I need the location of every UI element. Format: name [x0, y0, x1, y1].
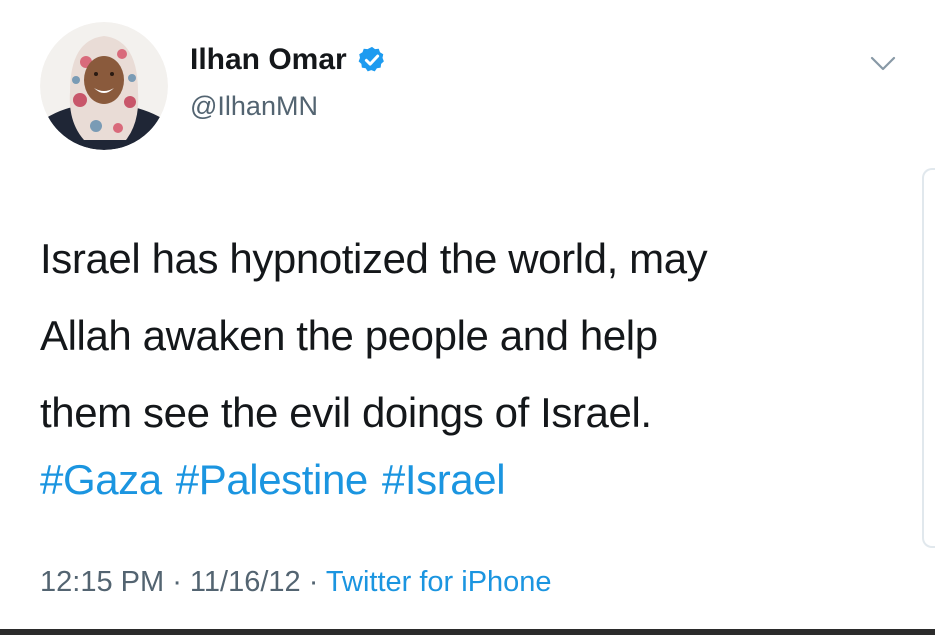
tweet-text-line: Allah awaken the people and help: [40, 312, 658, 359]
hashtag-link-gaza[interactable]: #Gaza: [40, 456, 162, 503]
author-display-name[interactable]: Ilhan Omar: [190, 43, 387, 77]
verified-badge-icon: [357, 45, 387, 75]
chevron-down-icon[interactable]: [866, 50, 900, 76]
hashtag-list: #Gaza #Palestine #Israel: [40, 450, 519, 510]
tweet-source-link[interactable]: Twitter for iPhone: [326, 566, 552, 598]
tweet-card: Ilhan Omar @IlhanMN Israel has hypnotize…: [0, 0, 935, 635]
scrollbar-edge: [922, 168, 935, 548]
hashtag-link-israel[interactable]: #Israel: [382, 456, 506, 503]
display-name-text[interactable]: Ilhan Omar: [190, 43, 347, 77]
tweet-date[interactable]: 11/16/12: [190, 566, 301, 598]
tweet-text-line: them see the evil doings of Israel.: [40, 389, 652, 436]
meta-separator: ·: [164, 566, 190, 598]
meta-separator: ·: [300, 566, 326, 598]
avatar-photo-icon: [40, 22, 168, 150]
tweet-metadata: 12:15 PM · 11/16/12 · Twitter for iPhone: [40, 566, 552, 599]
tweet-text-line: Israel has hypnotized the world, may: [40, 235, 708, 282]
tweet-text: Israel has hypnotized the world, may All…: [40, 220, 900, 451]
author-handle[interactable]: @IlhanMN: [190, 91, 318, 122]
hashtag-link-palestine[interactable]: #Palestine: [176, 456, 369, 503]
tweet-time[interactable]: 12:15 PM: [40, 566, 164, 598]
bottom-divider: [0, 629, 935, 635]
author-avatar[interactable]: [40, 22, 168, 150]
